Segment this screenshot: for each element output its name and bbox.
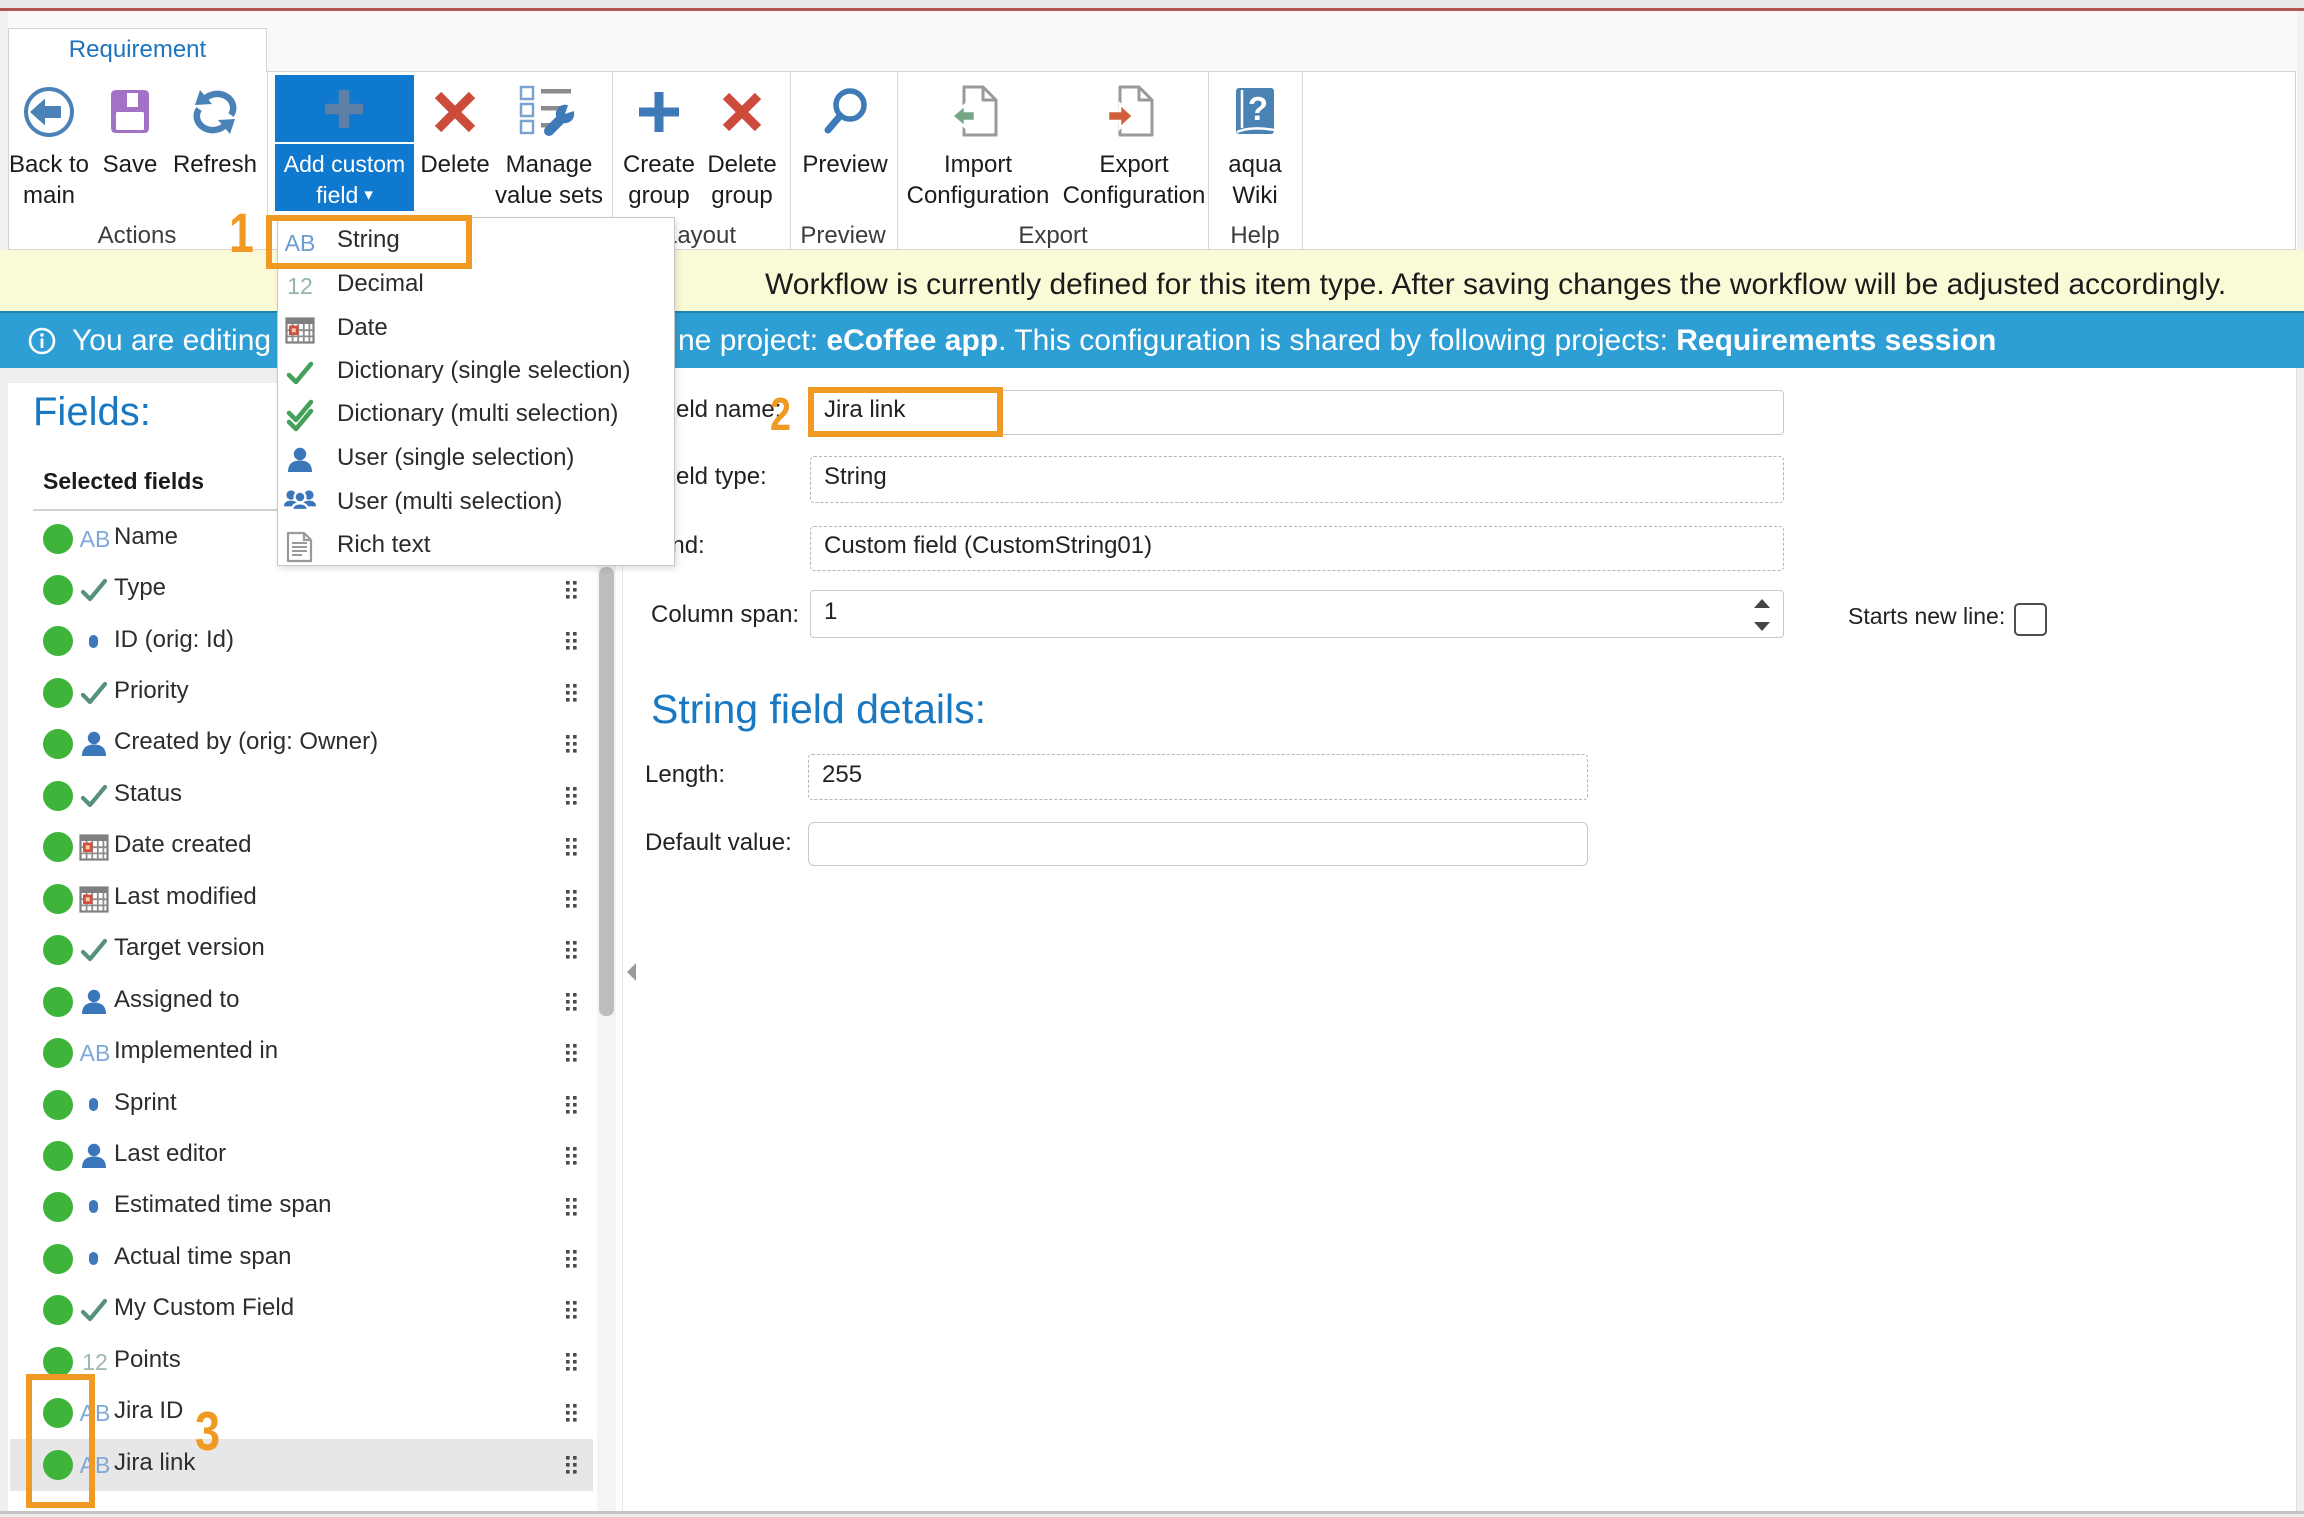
- svg-text:?: ?: [1248, 90, 1268, 127]
